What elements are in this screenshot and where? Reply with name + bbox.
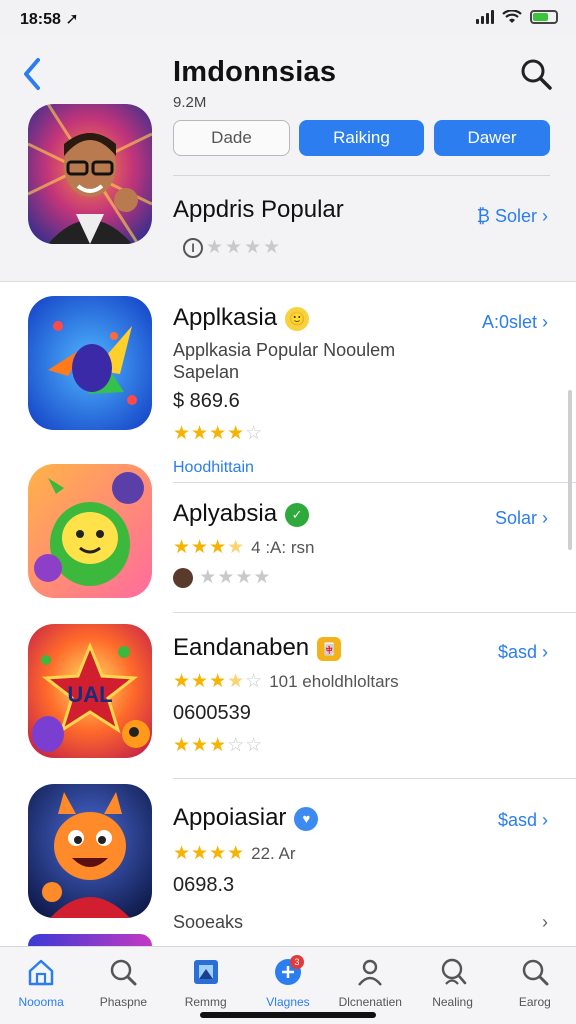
app-price: 0698.3 (173, 874, 235, 896)
status-icons (476, 10, 558, 24)
hero-action-button[interactable]: ₿ Soler › (477, 206, 548, 227)
segment-dawer[interactable]: Dawer (434, 120, 550, 156)
app-action-button[interactable]: $asd › (498, 642, 548, 663)
header: Imdonnsias 9.2M Dade Raiking Dawer Appdr… (0, 36, 576, 282)
chevron-right-icon: › (542, 508, 548, 528)
page-title: Imdonnsias (173, 56, 337, 88)
tab-label: Earog (518, 995, 551, 1009)
app-icon[interactable]: UAL (28, 624, 152, 758)
rating-stars: ★★★★ 22. Ar (173, 843, 296, 864)
app-name[interactable]: Aplyabsia ✓ (173, 500, 310, 528)
tab-nealing[interactable]: Nealing (411, 947, 493, 1024)
chevron-right-icon: › (542, 312, 548, 332)
chevron-right-icon: › (542, 810, 548, 830)
app-action-button[interactable]: $asd › (498, 810, 548, 831)
search-icon[interactable] (520, 58, 552, 90)
svg-text:UAL: UAL (67, 682, 112, 707)
app-icon[interactable] (28, 464, 152, 598)
app-action-label: A:0slet (481, 312, 537, 332)
tab-label: Nealing (432, 995, 473, 1009)
notification-badge: 3 (289, 955, 304, 969)
app-price: 0600539 (173, 702, 251, 724)
chevron-right-icon[interactable]: › (542, 912, 548, 933)
tab-label: Noooma (18, 995, 64, 1009)
app-price: $ 869.6 (173, 390, 240, 412)
result-count: 9.2M (173, 94, 207, 111)
tab-label: Remmg (184, 995, 227, 1009)
chevron-right-icon: › (542, 642, 548, 662)
home-indicator[interactable] (200, 1012, 376, 1018)
hero-app-icon[interactable] (28, 104, 152, 244)
app-action-button[interactable]: A:0slet › (482, 312, 548, 333)
review-count: 101 eholdhloltars (269, 672, 399, 691)
home-icon (28, 959, 54, 986)
list-item[interactable]: Applkasia 🙂 Applkasia Popular Nooulem Sap… (0, 282, 576, 462)
tab-phaspne[interactable]: Phaspne (82, 947, 164, 1024)
emoji-badge-icon: 🙂 (285, 306, 310, 331)
verified-badge-icon: ✓ (285, 502, 310, 527)
review-count: 22. Ar (251, 844, 296, 863)
info-icon[interactable]: I (183, 238, 203, 258)
app-subtitle: Sapelan (173, 362, 240, 382)
hero-action-label: ₿ Soler (476, 206, 537, 226)
tab-label: Vlagnes (266, 995, 310, 1009)
signal-icon (476, 10, 494, 24)
app-icon[interactable] (28, 784, 152, 918)
rating-stars: ★★★★☆ (173, 423, 264, 444)
list-item[interactable]: Appoiasiar ♥ ★★★★ 22. Ar 0698.3 Sooeaks $a… (0, 778, 576, 946)
app-action-label: $asd (497, 642, 537, 662)
review-count: 4 :A: rsn (251, 538, 315, 557)
rating-stars: ★★★★☆ 101 eholdhloltars (173, 671, 399, 692)
app-name[interactable]: Eandanaben 🀄 (173, 634, 342, 662)
back-chevron-icon[interactable] (18, 54, 48, 94)
scrollbar[interactable] (568, 390, 572, 550)
tab-earog[interactable]: Earog (494, 947, 576, 1024)
search-icon (522, 959, 549, 986)
app-name[interactable]: Applkasia 🙂 (173, 304, 310, 332)
wifi-icon (502, 10, 522, 23)
tab-label: Phaspne (99, 995, 148, 1009)
tab-label: Dlcnenatien (338, 995, 402, 1009)
search-profile-icon (441, 958, 466, 985)
status-bar: 18:58 ➚ (0, 0, 576, 36)
app-icon[interactable] (28, 296, 152, 430)
user-rating-row: ★★★★ (173, 566, 271, 589)
app-name[interactable]: Appoiasiar ♥ (173, 804, 319, 832)
rating-stars: ★★★★ 4 :A: rsn (173, 537, 315, 558)
hero-rating-stars: ★★★★ (206, 237, 283, 258)
segment-raiking[interactable]: Raiking (299, 120, 424, 156)
segment-dade[interactable]: Dade (173, 120, 290, 156)
app-action-label: $asd (497, 810, 537, 830)
app-description: Applkasia Popular Nooulem (173, 340, 396, 360)
chevron-right-icon: › (542, 206, 548, 226)
app-footer-text: Sooeaks (173, 912, 244, 932)
app-action-button[interactable]: Solar › (495, 508, 548, 529)
battery-icon (530, 10, 558, 24)
app-icon-partial (28, 934, 152, 946)
app-action-label: Solar (494, 508, 537, 528)
avatar (173, 567, 193, 588)
status-time: 18:58 ➚ (20, 11, 79, 28)
section-label[interactable]: Hoodhittain (173, 459, 254, 477)
apps-icon (193, 960, 218, 984)
tab-home[interactable]: Noooma (0, 947, 82, 1024)
list-item[interactable]: UAL Eandanaben 🀄 ★★★★☆ 101 eholdhloltars 0… (0, 612, 576, 778)
profile-icon (358, 959, 383, 986)
search-icon (111, 959, 137, 986)
user-rating-stars: ★★★☆☆ (173, 735, 264, 756)
location-badge-icon: ♥ (294, 806, 319, 831)
header-divider (173, 175, 550, 176)
hero-app-name[interactable]: Appdris Popular (173, 196, 344, 224)
mahjong-badge-icon: 🀄 (317, 636, 342, 661)
list-item[interactable]: Aplyabsia ✓ ★★★★ 4 :A: rsn ★★★★ Solar › (0, 464, 576, 612)
